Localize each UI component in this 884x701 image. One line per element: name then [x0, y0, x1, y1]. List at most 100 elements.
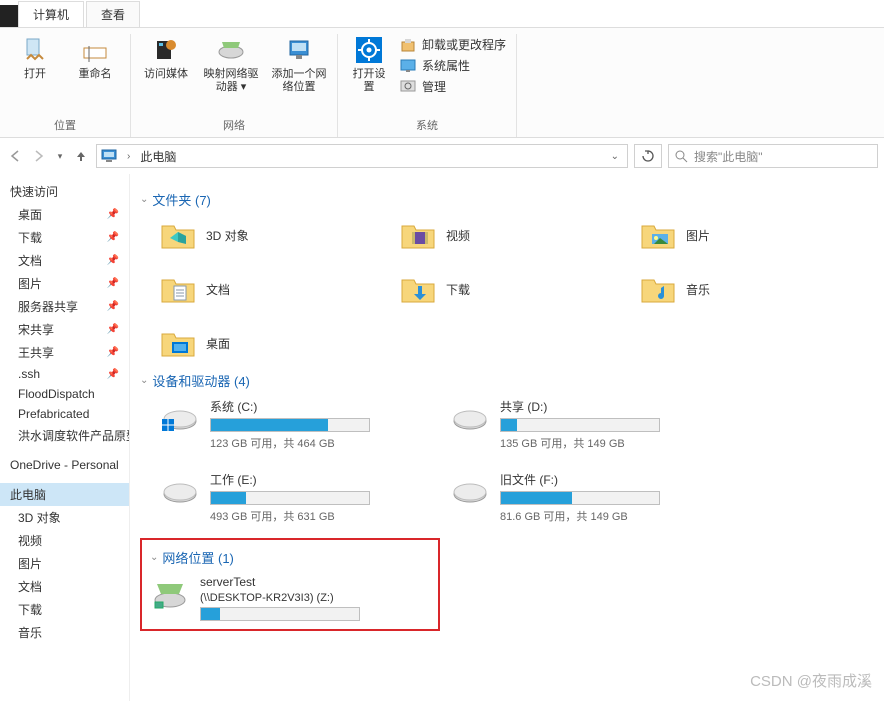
rename-button[interactable]: 重命名	[70, 34, 120, 81]
chevron-right-icon[interactable]: ›	[123, 151, 134, 162]
folder-item[interactable]: 3D 对象	[160, 217, 360, 253]
sidebar-item[interactable]: 图片📌	[0, 272, 129, 295]
map-drive-button[interactable]: 映射网络驱动器 ▾	[201, 34, 261, 94]
folder-name: 3D 对象	[206, 227, 249, 244]
file-tab-dark[interactable]	[0, 5, 18, 27]
pin-icon: 📌	[107, 301, 119, 312]
sidebar-item[interactable]: 图片	[0, 552, 129, 575]
drive-item[interactable]: 旧文件 (F:)81.6 GB 可用，共 149 GB	[450, 471, 700, 524]
address-bar-row: ▾ › 此电脑 ⌄ 搜索"此电脑"	[0, 138, 884, 174]
sidebar-item[interactable]: 宋共享📌	[0, 318, 129, 341]
sidebar-item[interactable]: 文档📌	[0, 249, 129, 272]
sidebar-item[interactable]: 3D 对象	[0, 506, 129, 529]
pin-icon: 📌	[107, 278, 119, 289]
ribbon-group-location: 打开 重命名 位置	[0, 34, 131, 137]
network-location-highlight-box: ⌄ 网络位置 (1) serverTest (\\DESKTOP-KR2V3I3…	[140, 538, 440, 631]
manage-icon	[400, 79, 416, 95]
thispc-icon	[101, 148, 117, 164]
nav-back-button[interactable]	[6, 147, 24, 165]
open-button[interactable]: 打开	[10, 34, 60, 81]
sidebar-item[interactable]: 下载📌	[0, 226, 129, 249]
drive-name: 共享 (D:)	[500, 398, 700, 415]
network-drive-path: (\\DESKTOP-KR2V3I3) (Z:)	[200, 592, 430, 604]
drive-usage-bar	[210, 418, 370, 432]
uninstall-button[interactable]: 卸载或更改程序	[400, 36, 506, 53]
map-drive-icon	[215, 34, 247, 66]
drive-icon	[160, 471, 200, 511]
folder-item[interactable]: 视频	[400, 217, 600, 253]
open-settings-button[interactable]: 打开设置	[348, 34, 390, 94]
pin-icon: 📌	[107, 255, 119, 266]
gear-icon	[353, 34, 385, 66]
section-folders-header[interactable]: ⌄ 文件夹 (7)	[140, 190, 874, 209]
access-media-button[interactable]: 访问媒体	[141, 34, 191, 81]
sidebar-quick-access[interactable]: 快速访问	[0, 180, 129, 203]
drive-item[interactable]: 工作 (E:)493 GB 可用，共 631 GB	[160, 471, 410, 524]
content-pane: ⌄ 文件夹 (7) 3D 对象 视频 图片文档 下载 音乐桌面 ⌄ 设备和驱动器 (4)…	[130, 174, 884, 701]
folder-icon	[640, 217, 676, 253]
network-drive-name: serverTest	[200, 575, 430, 589]
sidebar-thispc[interactable]: 此电脑	[0, 483, 129, 506]
drive-item[interactable]: 共享 (D:)135 GB 可用，共 149 GB	[450, 398, 700, 451]
tab-view[interactable]: 查看	[86, 1, 140, 27]
sidebar: 快速访问 桌面📌下载📌文档📌图片📌服务器共享📌宋共享📌王共享📌.ssh📌Floo…	[0, 174, 130, 701]
sidebar-item[interactable]: 桌面📌	[0, 203, 129, 226]
search-placeholder: 搜索"此电脑"	[694, 148, 763, 165]
sidebar-item[interactable]: 音乐	[0, 621, 129, 644]
nav-up-button[interactable]	[72, 147, 90, 165]
folder-item[interactable]: 下载	[400, 271, 600, 307]
ribbon: 打开 重命名 位置 访问媒体 映射网络驱动器	[0, 28, 884, 138]
folder-name: 桌面	[206, 335, 230, 352]
open-label: 打开	[24, 68, 46, 81]
nav-history-dropdown[interactable]: ▾	[54, 147, 66, 165]
add-location-label: 添加一个网络位置	[271, 68, 327, 94]
nav-forward-button[interactable]	[30, 147, 48, 165]
folder-icon	[160, 271, 196, 307]
open-icon	[19, 34, 51, 66]
section-drives-header[interactable]: ⌄ 设备和驱动器 (4)	[140, 371, 874, 390]
folder-item[interactable]: 桌面	[160, 325, 360, 361]
sidebar-onedrive[interactable]: OneDrive - Personal	[0, 455, 129, 475]
sidebar-item[interactable]: 王共享📌	[0, 341, 129, 364]
manage-button[interactable]: 管理	[400, 78, 506, 95]
folder-item[interactable]: 音乐	[640, 271, 840, 307]
sidebar-item[interactable]: .ssh📌	[0, 364, 129, 384]
sidebar-item[interactable]: 视频	[0, 529, 129, 552]
drive-name: 系统 (C:)	[210, 398, 410, 415]
system-properties-button[interactable]: 系统属性	[400, 57, 506, 74]
ribbon-group-system: 打开设置 卸载或更改程序 系统属性 管理 系统	[338, 34, 517, 137]
search-input[interactable]: 搜索"此电脑"	[668, 144, 878, 168]
network-drive-icon	[150, 575, 190, 615]
sidebar-item[interactable]: 下载	[0, 598, 129, 621]
sidebar-item[interactable]: 文档	[0, 575, 129, 598]
chevron-down-icon: ⌄	[150, 552, 158, 563]
folder-icon	[640, 271, 676, 307]
section-folders-title: 文件夹 (7)	[152, 190, 211, 209]
drive-usage-bar	[500, 491, 660, 505]
system-properties-label: 系统属性	[422, 57, 470, 74]
folder-item[interactable]: 图片	[640, 217, 840, 253]
sidebar-item[interactable]: 服务器共享📌	[0, 295, 129, 318]
folder-icon	[160, 217, 196, 253]
section-network-header[interactable]: ⌄ 网络位置 (1)	[150, 548, 430, 567]
drive-usage-bar	[500, 418, 660, 432]
tab-computer[interactable]: 计算机	[18, 1, 84, 27]
address-bar[interactable]: › 此电脑 ⌄	[96, 144, 628, 168]
drive-name: 旧文件 (F:)	[500, 471, 700, 488]
breadcrumb-thispc[interactable]: 此电脑	[140, 148, 176, 165]
folder-name: 图片	[686, 227, 710, 244]
sidebar-item[interactable]: 洪水调度软件产品原型	[0, 424, 129, 447]
drive-item[interactable]: 系统 (C:)123 GB 可用，共 464 GB	[160, 398, 410, 451]
chevron-down-icon[interactable]: ⌄	[607, 151, 623, 162]
media-icon	[150, 34, 182, 66]
sidebar-item[interactable]: Prefabricated	[0, 404, 129, 424]
search-icon	[675, 150, 688, 163]
folder-item[interactable]: 文档	[160, 271, 360, 307]
folder-icon	[400, 217, 436, 253]
refresh-button[interactable]	[634, 144, 662, 168]
add-location-button[interactable]: 添加一个网络位置	[271, 34, 327, 94]
chevron-down-icon: ⌄	[140, 375, 148, 386]
network-drive-item[interactable]: serverTest (\\DESKTOP-KR2V3I3) (Z:)	[150, 575, 430, 621]
folder-name: 文档	[206, 281, 230, 298]
sidebar-item[interactable]: FloodDispatch	[0, 384, 129, 404]
